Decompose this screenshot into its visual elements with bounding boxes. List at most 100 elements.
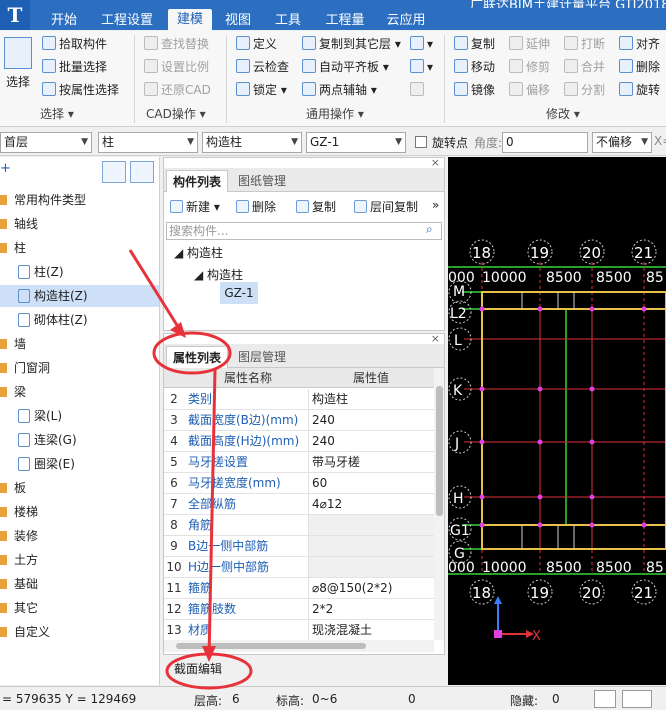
align-button[interactable]: 对齐: [619, 34, 660, 54]
tree-item-opening[interactable]: 门窗洞: [0, 357, 50, 379]
table-row[interactable]: 7 全部纵筋 4⌀12: [164, 494, 434, 515]
trim-button[interactable]: 修剪: [509, 57, 550, 77]
tree-item-wall[interactable]: 墙: [0, 333, 26, 355]
interfloor-copy-button[interactable]: 层间复制: [354, 198, 418, 215]
table-row[interactable]: 12 箍筋肢数 2*2: [164, 599, 434, 620]
tab-start[interactable]: 开始: [48, 11, 80, 31]
tab-component-list[interactable]: 构件列表: [166, 170, 229, 192]
tree-item-masonry-column[interactable]: 砌体柱(Z): [0, 309, 88, 331]
tree-item-axis[interactable]: 轴线: [0, 213, 38, 235]
snap-toggle-icon[interactable]: [622, 690, 652, 708]
offset-button[interactable]: 偏移: [509, 80, 550, 100]
copy-button[interactable]: 复制: [454, 34, 495, 54]
scroll-thumb[interactable]: [176, 643, 366, 649]
horizontal-scrollbar[interactable]: [164, 640, 434, 652]
table-row[interactable]: 11 箍筋 ⌀8@150(2*2): [164, 578, 434, 599]
auto-align-slab-button[interactable]: 自动平齐板 ▾: [302, 57, 389, 77]
table-row[interactable]: 2 类别 构造柱: [164, 389, 434, 410]
drawing-canvas[interactable]: 18 19 20 21 18 19 20 21 000 10000 8500 8…: [448, 157, 666, 685]
pick-component-button[interactable]: 拾取构件: [42, 34, 107, 54]
angle-input[interactable]: 0: [502, 132, 588, 153]
folder-icon: [0, 579, 7, 589]
table-row[interactable]: 3 截面宽度(B边)(mm) 240: [164, 410, 434, 431]
tree-item-earthwork[interactable]: 土方: [0, 549, 38, 571]
select-button[interactable]: 选择: [2, 35, 34, 101]
mirror-button[interactable]: 镜像: [454, 80, 495, 100]
tree-node-structural-column[interactable]: ◢ 构造柱: [174, 244, 223, 261]
vertical-scrollbar[interactable]: [434, 368, 444, 640]
tab-drawing-management[interactable]: 图纸管理: [232, 170, 292, 192]
two-point-axis-button[interactable]: 两点辅轴 ▾: [302, 80, 377, 100]
tab-layer-management[interactable]: 图层管理: [232, 346, 292, 368]
component-select[interactable]: GZ-1 ▼: [306, 132, 406, 153]
tree-item-common[interactable]: 常用构件类型: [0, 189, 86, 211]
ortho-toggle-icon[interactable]: [594, 690, 616, 708]
new-button[interactable]: 新建 ▾: [170, 198, 220, 215]
delete-button[interactable]: 删除: [619, 57, 660, 77]
define-button[interactable]: 定义: [236, 34, 277, 54]
dimension-tool-button[interactable]: ▾: [410, 34, 433, 54]
merge-button[interactable]: 合并: [564, 57, 605, 77]
scroll-thumb[interactable]: [436, 386, 443, 516]
tab-view[interactable]: 视图: [222, 11, 254, 31]
find-replace-button[interactable]: 查找替换: [144, 34, 209, 54]
tree-item-structural-column[interactable]: 构造柱(Z): [0, 285, 159, 307]
layer-tool-button[interactable]: ▾: [410, 57, 433, 77]
tree-item-link-beam[interactable]: 连梁(G): [0, 429, 77, 451]
delete-component-button[interactable]: 删除: [236, 198, 276, 215]
tab-quantity[interactable]: 工程量: [322, 11, 368, 31]
set-scale-button[interactable]: 设置比例: [144, 57, 209, 77]
table-row[interactable]: 5 马牙槎设置 带马牙槎: [164, 452, 434, 473]
rotate-point-checkbox[interactable]: [415, 136, 427, 148]
search-icon[interactable]: ⌕: [426, 222, 433, 237]
more-icon[interactable]: »: [432, 198, 439, 212]
funnel-tool-button[interactable]: [410, 80, 427, 100]
rotate-button[interactable]: 旋转: [619, 80, 660, 100]
copy-component-button[interactable]: 复制: [296, 198, 336, 215]
table-row[interactable]: 13 材质 现浇混凝土: [164, 620, 434, 641]
restore-cad-button[interactable]: 还原CAD: [144, 80, 211, 100]
lock-button[interactable]: 锁定 ▾: [236, 80, 287, 100]
break-button[interactable]: 打断: [564, 34, 605, 54]
tree-item-slab[interactable]: 板: [0, 477, 26, 499]
tab-attribute-list[interactable]: 属性列表: [166, 346, 229, 368]
move-button[interactable]: 移动: [454, 57, 495, 77]
plus-icon[interactable]: +: [0, 161, 11, 176]
tree-item-beam[interactable]: 梁: [0, 381, 26, 403]
tab-modeling[interactable]: 建模: [168, 9, 212, 31]
app-logo[interactable]: T: [0, 0, 30, 30]
detail-view-button[interactable]: [130, 161, 154, 183]
tree-item-decoration[interactable]: 装修: [0, 525, 38, 547]
category-select[interactable]: 柱 ▼: [98, 132, 198, 153]
table-row[interactable]: 4 截面高度(H边)(mm) 240: [164, 431, 434, 452]
component-gz1[interactable]: GZ-1: [220, 282, 258, 304]
component-search-input[interactable]: 搜索构件...: [166, 222, 442, 240]
extend-button[interactable]: 延伸: [509, 34, 550, 54]
list-view-button[interactable]: [102, 161, 126, 183]
tree-item-beam-l[interactable]: 梁(L): [0, 405, 62, 427]
tab-cloud[interactable]: 云应用: [386, 11, 426, 31]
tree-item-other[interactable]: 其它: [0, 597, 38, 619]
offset-select[interactable]: 不偏移 ▼: [592, 132, 652, 153]
split-button[interactable]: 分割: [564, 80, 605, 100]
tab-project-settings[interactable]: 工程设置: [98, 11, 156, 31]
tree-item-foundation[interactable]: 基础: [0, 573, 38, 595]
table-row[interactable]: 9 B边一侧中部筋: [164, 536, 434, 557]
section-edit-button[interactable]: 截面编辑: [174, 660, 222, 677]
floor-select[interactable]: 首层 ▼: [0, 132, 92, 153]
select-by-attribute-button[interactable]: 按属性选择: [42, 80, 119, 100]
tree-item-custom[interactable]: 自定义: [0, 621, 50, 643]
batch-select-button[interactable]: 批量选择: [42, 57, 107, 77]
copy-to-other-floors-button[interactable]: 复制到其它层 ▾: [302, 34, 401, 54]
tree-item-column[interactable]: 柱: [0, 237, 26, 259]
tab-tools[interactable]: 工具: [272, 11, 304, 31]
cloud-check-button[interactable]: 云检查: [236, 57, 289, 77]
table-row[interactable]: 10 H边一侧中部筋: [164, 557, 434, 578]
type-select[interactable]: 构造柱 ▼: [202, 132, 302, 153]
tree-item-ring-beam[interactable]: 圈梁(E): [0, 453, 75, 475]
table-row[interactable]: 8 角筋: [164, 515, 434, 536]
tree-item-stairs[interactable]: 楼梯: [0, 501, 38, 523]
tree-item-column-z[interactable]: 柱(Z): [0, 261, 64, 283]
tree-node-structural-column-sub[interactable]: ◢ 构造柱: [194, 266, 243, 283]
table-row[interactable]: 6 马牙槎宽度(mm) 60: [164, 473, 434, 494]
